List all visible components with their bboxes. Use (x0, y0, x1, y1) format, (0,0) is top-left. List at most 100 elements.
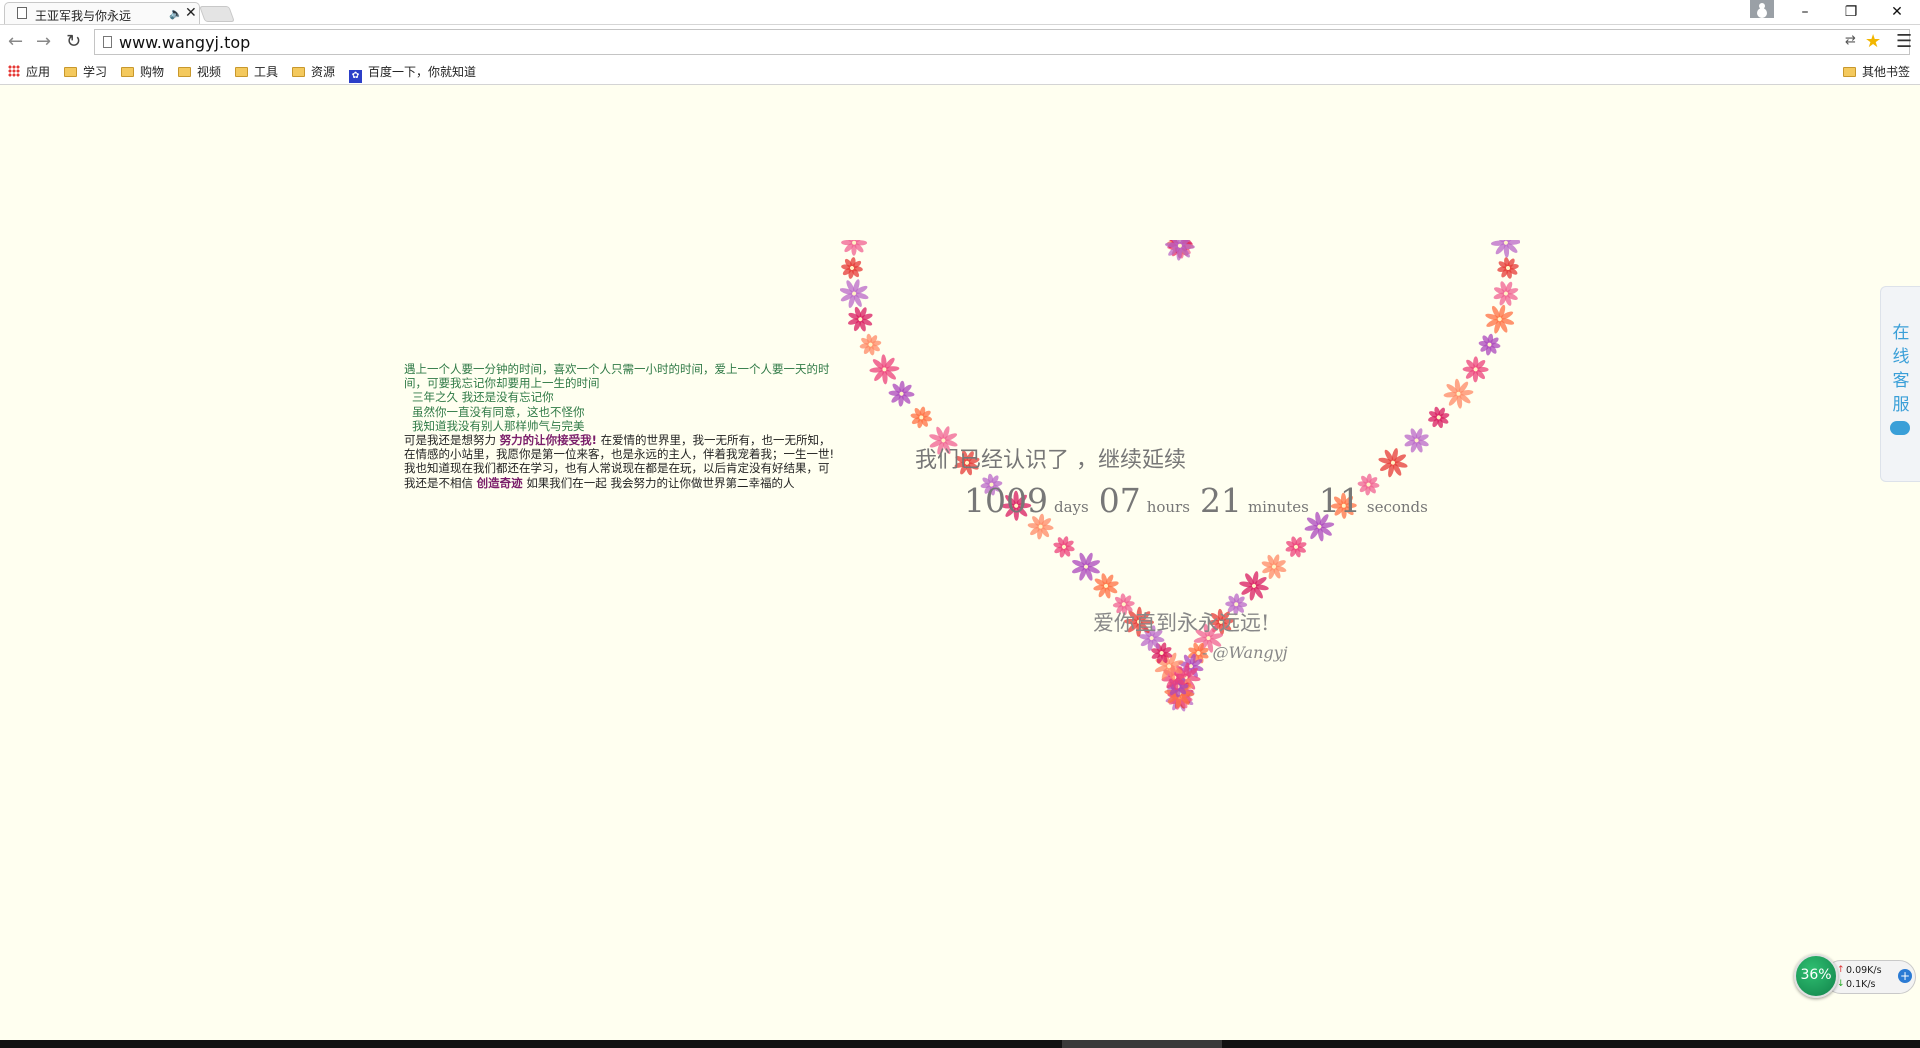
minutes-value: 21 (1199, 481, 1242, 520)
network-monitor-widget[interactable]: ↑ 0.09K/s ↓ 0.1K/s + 36% (1794, 954, 1916, 998)
page-icon (17, 7, 27, 19)
online-service-label: 在线客服 (1892, 323, 1910, 415)
tab-close-icon[interactable]: ✕ (185, 5, 197, 21)
tab-title: 王亚军我与你永远 (35, 9, 132, 23)
forward-arrow-icon[interactable]: → (36, 31, 51, 52)
minimize-button[interactable]: – (1782, 0, 1828, 24)
bookmarks-bar: 应用 学习 购物 视频 工具 资源 ✿ 百度一下，你就知道 其他书签 (0, 59, 1920, 85)
online-service-widget[interactable]: 在线客服 (1880, 286, 1920, 482)
minutes-label: minutes (1247, 498, 1309, 516)
bookmark-label: 工具 (254, 65, 279, 79)
folder-icon (178, 67, 191, 77)
days-value: 1009 (964, 481, 1048, 520)
plus-icon[interactable]: + (1898, 969, 1912, 983)
bookmark-baidu[interactable]: ✿ 百度一下，你就知道 (349, 63, 476, 83)
folder-icon (1843, 67, 1856, 77)
seconds-label: seconds (1366, 498, 1428, 516)
heart-flower (1378, 448, 1408, 478)
taskbar (0, 1040, 1920, 1048)
bookmark-label: 百度一下，你就知道 (368, 65, 477, 79)
heart-flower (1053, 536, 1075, 558)
story-text: 可是我还是想努力 (404, 433, 496, 448)
days-label: days (1053, 498, 1089, 516)
bookmark-label: 视频 (197, 65, 222, 79)
folder-icon (292, 67, 305, 77)
heart-flower (1485, 304, 1515, 334)
bookmark-apps[interactable]: 应用 (8, 63, 50, 80)
story-line-2: 三年之久 我还是没有忘记你 (412, 390, 554, 405)
bookmark-tools[interactable]: 工具 (235, 63, 278, 80)
reload-icon[interactable]: ↻ (66, 31, 81, 52)
menu-icon[interactable]: ☰ (1896, 31, 1912, 52)
restore-button[interactable]: ❐ (1828, 0, 1874, 24)
heart-flower (841, 257, 863, 279)
user-profile-icon[interactable] (1750, 0, 1774, 18)
close-window-button[interactable]: ✕ (1874, 0, 1920, 24)
heart-flower (1462, 356, 1489, 383)
chat-bubble-icon (1890, 421, 1910, 435)
bookmark-label: 购物 (140, 65, 165, 79)
title-bar: 王亚军我与你永远 🔈 ✕ – ❐ ✕ (0, 0, 1920, 25)
heart-flower (841, 240, 868, 256)
bookmark-label: 其他书签 (1862, 65, 1911, 79)
heart-flower (840, 279, 869, 308)
folder-icon (121, 67, 134, 77)
taskbar-item[interactable] (1062, 1040, 1222, 1048)
bookmark-star-icon[interactable]: ★ (1865, 31, 1881, 52)
flower-heart (840, 240, 1520, 712)
heart-flower (1428, 406, 1450, 429)
bookmark-label: 应用 (26, 65, 51, 79)
counter-title: 我们已经认识了 ，继续延续 (915, 448, 1186, 473)
heart-flower (888, 380, 915, 407)
apps-grid-icon (8, 65, 20, 77)
heart-flower (1285, 536, 1307, 558)
heart-flower (910, 406, 933, 429)
bookmark-resources[interactable]: 资源 (292, 63, 335, 80)
hours-label: hours (1146, 498, 1190, 516)
bookmark-shopping[interactable]: 购物 (121, 63, 164, 80)
heart-flower (1490, 240, 1520, 258)
browser-toolbar: ← → ↻ www.wangyj.top ⇄ ★ ☰ (0, 25, 1920, 59)
elapsed-time-counter: 1009 days 07 hours 21 minutes 11 seconds (964, 481, 1438, 520)
heart-flower (848, 306, 873, 332)
url-text[interactable]: www.wangyj.top (119, 33, 250, 52)
story-highlight: 努力的让你接受我! (499, 433, 597, 448)
hours-value: 07 (1098, 481, 1141, 520)
bookmark-video[interactable]: 视频 (178, 63, 221, 80)
signature: - @Wangyj (1202, 643, 1288, 662)
love-story-text: 遇上一个人要一分钟的时间，喜欢一个人只需一小时的时间，爱上一个人要一天的时间，可… (404, 362, 840, 490)
new-tab-button[interactable] (199, 6, 235, 22)
heart-flower (1478, 333, 1501, 356)
heart-flower (1443, 378, 1474, 409)
download-speed: 0.1K/s (1846, 979, 1876, 990)
heart-flower (859, 333, 882, 356)
folder-icon (235, 67, 248, 77)
address-bar[interactable]: www.wangyj.top ⇄ ★ (94, 29, 1910, 55)
story-line-3: 虽然你一直没有同意，这也不怪你 (412, 404, 585, 419)
story-text: 如果我们在一起 我会努力的让你做世界第二幸福的人 (526, 475, 795, 490)
memory-usage-percent: 36% (1800, 967, 1832, 983)
heart-flower (1497, 257, 1519, 279)
story-highlight: 创造奇迹 (476, 475, 523, 490)
bookmark-label: 学习 (83, 65, 108, 79)
story-line-1: 遇上一个人要一分钟的时间，喜欢一个人只需一小时的时间，爱上一个人要一天的时间，可… (404, 362, 830, 391)
love-message: 爱你直到永永远远! (1093, 611, 1270, 635)
story-line-5: 可是我还是想努力 努力的让你接受我! 在爱情的世界里，我一无所有，也一无所知，在… (404, 433, 840, 461)
heart-flower (1404, 428, 1429, 453)
upload-arrow-icon: ↑ (1837, 965, 1845, 975)
page-icon (103, 36, 112, 48)
translate-icon[interactable]: ⇄ (1845, 33, 1856, 48)
folder-icon (64, 67, 77, 77)
bookmark-label: 资源 (311, 65, 336, 79)
browser-tab-active[interactable]: 王亚军我与你永远 🔈 ✕ (4, 2, 200, 24)
baidu-paw-icon: ✿ (349, 70, 362, 83)
bookmark-other[interactable]: 其他书签 (1843, 63, 1910, 80)
download-arrow-icon: ↓ (1837, 979, 1845, 989)
back-arrow-icon[interactable]: ← (8, 31, 23, 52)
speaker-icon[interactable]: 🔈 (169, 7, 183, 20)
seconds-value: 11 (1318, 481, 1361, 520)
heart-flower (869, 354, 900, 385)
bookmark-study[interactable]: 学习 (64, 63, 107, 80)
story-line-4: 我知道我没有别人那样帅气与完美 (412, 418, 585, 433)
upload-speed: 0.09K/s (1846, 965, 1882, 976)
